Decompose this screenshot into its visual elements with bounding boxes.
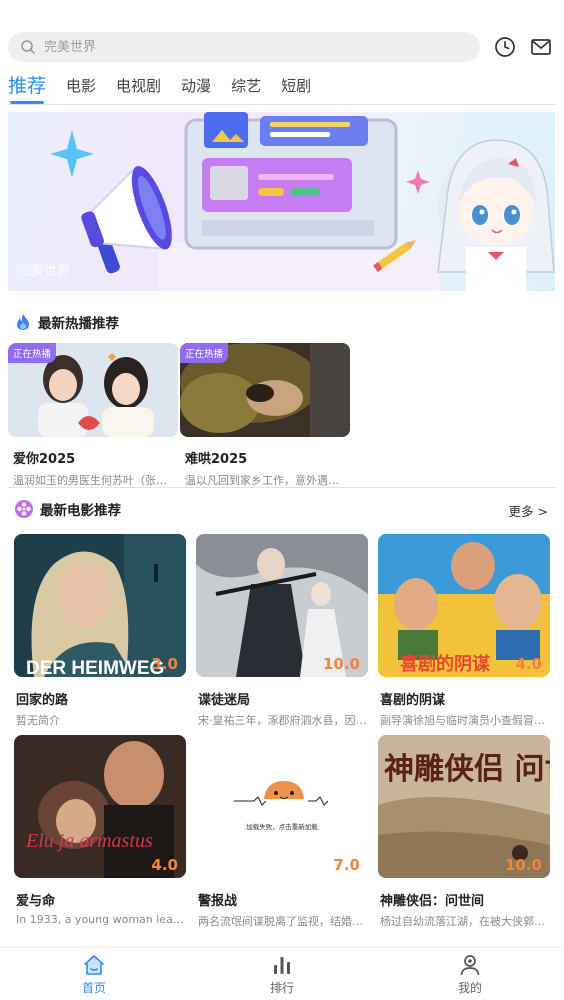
bottom-nav: 首页 排行 我的 <box>0 947 564 1000</box>
hot-item-card[interactable]: 正在热播 爱你2025 温润如玉的男医生何苏叶（张凌赫饰） <box>8 343 178 488</box>
nav-ranking[interactable]: 排行 <box>188 948 376 1000</box>
movie-card[interactable]: 神雕侠侣 问世间 10.0 神雕侠侣：问世间 杨过自幼流落江湖，在被大侠郭靖收养… <box>378 735 552 929</box>
movie-desc: 宋·皇祐三年，涿郡府泗水县，因一桩离奇命案 <box>198 714 370 727</box>
nav-home[interactable]: 首页 <box>0 948 188 1000</box>
movie-card[interactable]: DER HEIMWEG 3.0 回家的路 暂无简介 <box>14 534 186 728</box>
movie-desc: 两名流氓间谍脱离了监视，结婚后展开行动 <box>198 915 370 928</box>
movie-title: 喜剧的阴谋 <box>380 693 446 708</box>
movie-score: 4.0 <box>151 856 178 874</box>
banner-illustration <box>50 112 555 291</box>
tab-tv[interactable]: 电视剧 <box>116 75 161 104</box>
movie-score: 7.0 <box>333 856 360 874</box>
hot-item-poster: 正在热播 <box>8 343 178 437</box>
tab-recommend[interactable]: 推荐 <box>8 71 46 104</box>
flame-icon <box>17 314 29 330</box>
category-tabs: 推荐 电影 电视剧 动漫 综艺 短剧 <box>8 72 556 105</box>
hot-item-title: 爱你2025 <box>13 452 76 467</box>
movie-poster: 喜剧的阴谋 4.0 <box>378 534 550 677</box>
tab-movie[interactable]: 电影 <box>66 75 96 104</box>
movie-score: 10.0 <box>322 655 360 673</box>
movie-score: 3.0 <box>151 655 178 673</box>
hot-item-desc: 温以凡回到家乡工作，意外遇见了高中同学 <box>185 474 345 487</box>
hot-item-title: 难哄2025 <box>185 452 248 467</box>
search-icon <box>21 40 35 54</box>
movie-score: 4.0 <box>515 655 542 673</box>
movie-title: 警报战 <box>198 894 238 909</box>
ranking-icon <box>274 956 290 974</box>
nav-profile-label: 我的 <box>457 980 482 995</box>
movie-desc: In 1933, a young woman leaves her home <box>16 913 188 926</box>
poster-text: Elu ja armastus <box>25 830 153 852</box>
hot-item-desc: 温润如玉的男医生何苏叶（张凌赫饰） <box>13 474 173 487</box>
movie-score: 10.0 <box>504 856 542 874</box>
search-input[interactable] <box>44 39 444 55</box>
movie-poster: 神雕侠侣 问世间 10.0 <box>378 735 550 878</box>
movie-poster: Elu ja armastus 4.0 <box>14 735 186 878</box>
movie-title: 谍徒迷局 <box>198 693 251 708</box>
movie-poster: 10.0 <box>196 534 368 677</box>
now-playing-badge: 正在热播 <box>180 343 229 363</box>
movie-title: 爱与命 <box>16 894 56 909</box>
movie-section-title: 最新电影推荐 <box>40 503 121 519</box>
history-icon[interactable] <box>494 36 516 58</box>
nav-ranking-label: 排行 <box>269 980 294 995</box>
movie-card[interactable]: Elu ja armastus 4.0 爱与命 In 1933, a young… <box>14 735 188 926</box>
nav-profile[interactable]: 我的 <box>376 948 564 1000</box>
movie-poster: DER HEIMWEG 3.0 <box>14 534 186 677</box>
tab-anime[interactable]: 动漫 <box>181 75 211 104</box>
now-playing-badge: 正在热播 <box>8 343 57 363</box>
movie-card[interactable]: 加载失败，点击重新加载 7.0 警报战 两名流氓间谍脱离了监视，结婚后展开行动 <box>196 735 370 929</box>
nav-home-label: 首页 <box>81 980 106 995</box>
poster-text: 神雕侠侣 问世间 <box>384 752 550 787</box>
search-bar[interactable] <box>8 32 480 62</box>
section-divider <box>8 487 556 488</box>
movie-card[interactable]: 喜剧的阴谋 4.0 喜剧的阴谋 副导演徐旭与临时演员小查假冒身份 <box>378 534 552 728</box>
message-icon[interactable] <box>530 36 552 58</box>
movie-desc: 杨过自幼流落江湖，在被大侠郭靖收养后 <box>380 915 552 928</box>
movie-title: 回家的路 <box>16 693 69 708</box>
hot-item-card[interactable]: 正在热播 难哄2025 温以凡回到家乡工作，意外遇见了高中同学 <box>180 343 350 488</box>
more-link[interactable]: 更多 > <box>509 501 548 520</box>
hot-item-poster: 正在热播 <box>180 343 350 437</box>
tab-short-drama[interactable]: 短剧 <box>281 75 311 104</box>
top-bar <box>8 31 556 63</box>
poster-text: DER HEIMWEG <box>26 658 164 677</box>
movie-desc: 副导演徐旭与临时演员小查假冒身份 <box>380 714 552 727</box>
tab-variety[interactable]: 综艺 <box>231 75 261 104</box>
home-icon <box>84 954 104 975</box>
hot-section-header: 最新热播推荐 <box>14 312 119 332</box>
film-reel-icon <box>15 500 33 518</box>
movie-card[interactable]: 10.0 谍徒迷局 宋·皇祐三年，涿郡府泗水县，因一桩离奇命案 <box>196 534 370 728</box>
movie-section-header: 最新电影推荐 <box>14 499 121 519</box>
profile-icon <box>460 954 480 975</box>
hot-section-title: 最新热播推荐 <box>38 316 119 332</box>
movie-poster: 加载失败，点击重新加载 7.0 <box>196 735 368 878</box>
load-failed-text[interactable]: 加载失败，点击重新加载 <box>196 821 368 831</box>
poster-text: 喜剧的阴谋 <box>400 653 491 675</box>
movie-title: 神雕侠侣：问世间 <box>380 894 485 909</box>
banner-caption: 完美世界 <box>18 264 71 279</box>
movie-desc: 暂无简介 <box>16 714 60 727</box>
promo-banner[interactable]: 完美世界 <box>8 112 555 291</box>
